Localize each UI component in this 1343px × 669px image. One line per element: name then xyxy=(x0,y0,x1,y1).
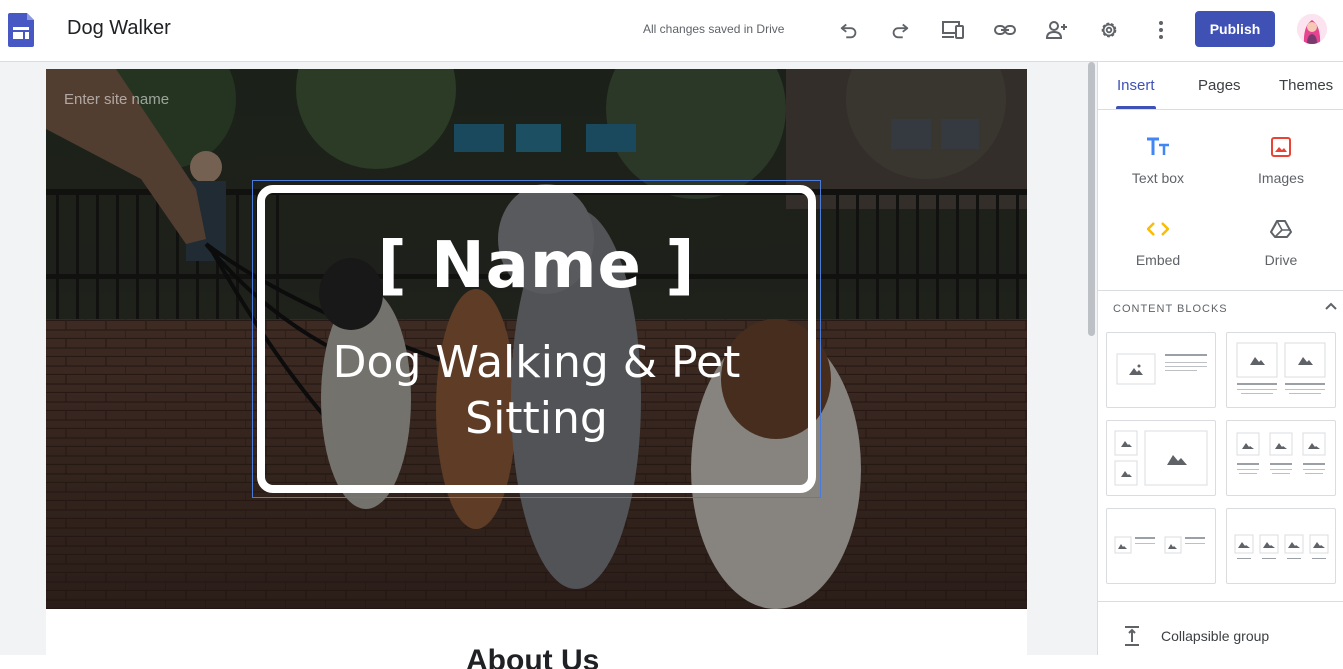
tabs-divider xyxy=(1098,109,1343,110)
collapsible-divider xyxy=(1098,601,1343,602)
content-block-image-text[interactable] xyxy=(1106,332,1216,408)
text-box-icon xyxy=(1103,134,1213,160)
drive-icon xyxy=(1226,216,1336,242)
content-block-image-collage[interactable] xyxy=(1106,420,1216,496)
undo-icon[interactable] xyxy=(836,17,862,43)
content-block-four-images[interactable] xyxy=(1226,508,1336,584)
insert-embed-label: Embed xyxy=(1135,252,1181,268)
collapsible-group-icon xyxy=(1125,626,1139,646)
collapsible-group-label: Collapsible group xyxy=(1161,628,1270,644)
editor-canvas: Enter site name [ Name ] Dog Walking & P… xyxy=(0,62,1085,669)
content-block-two-image-text[interactable] xyxy=(1106,508,1216,584)
insert-drive-button[interactable]: Drive xyxy=(1226,210,1336,280)
insert-drive-label: Drive xyxy=(1264,252,1298,268)
section-heading[interactable]: About Us xyxy=(466,644,626,669)
image-icon xyxy=(1226,134,1336,160)
top-bar: Dog Walker All changes saved in Drive Pu… xyxy=(0,0,1343,62)
site-page: Enter site name [ Name ] Dog Walking & P… xyxy=(46,69,1027,669)
avatar[interactable] xyxy=(1297,14,1327,44)
redo-icon[interactable] xyxy=(887,17,913,43)
chevron-up-icon[interactable] xyxy=(1323,298,1339,314)
google-sites-logo-icon[interactable] xyxy=(8,13,34,47)
insert-text-box-label: Text box xyxy=(1131,170,1185,186)
hero-title[interactable]: [ Name ] xyxy=(257,229,816,303)
hero-subtitle[interactable]: Dog Walking & Pet Sitting xyxy=(327,335,746,447)
tab-themes[interactable]: Themes xyxy=(1279,77,1333,94)
insert-embed-button[interactable]: Embed xyxy=(1103,210,1213,280)
save-status-text: All changes saved in Drive xyxy=(643,22,785,36)
settings-icon[interactable] xyxy=(1096,17,1122,43)
document-title[interactable]: Dog Walker xyxy=(67,17,171,40)
preview-devices-icon[interactable] xyxy=(940,17,966,43)
insert-collapsible-group-button[interactable]: Collapsible group xyxy=(1098,618,1343,654)
more-vert-icon[interactable] xyxy=(1148,17,1174,43)
canvas-scrollbar-thumb[interactable] xyxy=(1088,62,1095,336)
content-block-three-images[interactable] xyxy=(1226,420,1336,496)
insert-text-box-button[interactable]: Text box xyxy=(1103,128,1213,198)
content-blocks-heading: CONTENT BLOCKS xyxy=(1113,303,1228,315)
share-icon[interactable] xyxy=(1044,17,1070,43)
link-icon[interactable] xyxy=(992,17,1018,43)
content-block-two-images[interactable] xyxy=(1226,332,1336,408)
tab-pages[interactable]: Pages xyxy=(1198,77,1241,94)
insert-images-label: Images xyxy=(1258,170,1304,186)
publish-button[interactable]: Publish xyxy=(1195,11,1275,47)
embed-icon xyxy=(1103,216,1213,242)
tab-insert[interactable]: Insert xyxy=(1117,77,1155,94)
content-blocks-divider xyxy=(1098,290,1343,291)
site-name-input[interactable]: Enter site name xyxy=(64,91,169,108)
hero-section[interactable]: Enter site name [ Name ] Dog Walking & P… xyxy=(46,69,1027,609)
insert-panel: Insert Pages Themes Text box Images Embe… xyxy=(1097,62,1343,655)
insert-images-button[interactable]: Images xyxy=(1226,128,1336,198)
